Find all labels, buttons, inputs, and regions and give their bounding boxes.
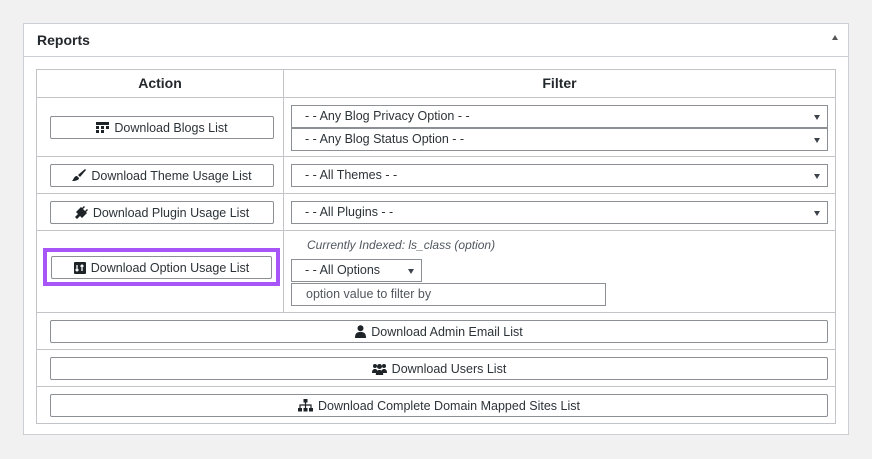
- download-theme-usage-label: Download Theme Usage List: [91, 168, 252, 183]
- download-blogs-button[interactable]: Download Blogs List: [50, 116, 274, 139]
- download-domain-mapped-label: Download Complete Domain Mapped Sites Li…: [318, 398, 580, 413]
- table-grid-icon: [96, 121, 110, 133]
- panel-title: Reports: [37, 32, 90, 48]
- row-divider: [37, 156, 835, 157]
- currently-indexed-note: Currently Indexed: ls_class (option): [307, 238, 496, 252]
- users-group-icon: [371, 363, 387, 375]
- download-blogs-label: Download Blogs List: [114, 120, 228, 135]
- chevron-down-icon: [814, 138, 820, 143]
- blog-privacy-select-value: - - Any Blog Privacy Option - -: [305, 109, 470, 123]
- download-option-usage-label: Download Option Usage List: [90, 260, 250, 275]
- sitemap-icon: [298, 399, 314, 412]
- plugins-select[interactable]: - - All Plugins - -: [291, 201, 828, 224]
- download-users-button[interactable]: Download Users List: [50, 357, 828, 380]
- option-value-placeholder: option value to filter by: [306, 287, 432, 301]
- option-value-filter-input[interactable]: option value to filter by: [291, 283, 606, 306]
- row-divider: [37, 312, 835, 313]
- chevron-down-icon: [814, 115, 820, 120]
- user-icon: [355, 325, 367, 338]
- plug-icon: [74, 206, 88, 219]
- row-divider: [37, 386, 835, 387]
- row-divider: [37, 230, 835, 231]
- chevron-down-icon: [814, 211, 820, 216]
- panel-header: Reports: [24, 24, 848, 57]
- blog-status-select-value: - - Any Blog Status Option - -: [305, 132, 465, 146]
- reports-panel: Reports Action Filter Download Blogs Lis…: [23, 23, 849, 435]
- download-admin-email-label: Download Admin Email List: [371, 324, 523, 339]
- plugins-select-value: - - All Plugins - -: [305, 205, 394, 219]
- blog-status-select[interactable]: - - Any Blog Status Option - -: [291, 128, 828, 151]
- sort-icon: [73, 261, 86, 274]
- row-divider: [37, 97, 835, 98]
- download-plugin-usage-label: Download Plugin Usage List: [92, 205, 250, 220]
- options-select-value: - - All Options: [305, 263, 381, 277]
- column-divider: [283, 70, 284, 312]
- blog-privacy-select[interactable]: - - Any Blog Privacy Option - -: [291, 105, 828, 128]
- row-divider: [37, 193, 835, 194]
- themes-select-value: - - All Themes - -: [305, 168, 398, 182]
- chevron-down-icon: [408, 269, 414, 274]
- download-theme-usage-button[interactable]: Download Theme Usage List: [50, 164, 274, 187]
- download-option-usage-button[interactable]: Download Option Usage List: [51, 256, 272, 279]
- caret-up-icon[interactable]: [832, 35, 838, 40]
- action-header: Action: [138, 75, 182, 91]
- filter-header: Filter: [542, 75, 577, 91]
- options-select[interactable]: - - All Options: [291, 259, 422, 282]
- download-admin-email-button[interactable]: Download Admin Email List: [50, 320, 828, 343]
- themes-select[interactable]: - - All Themes - -: [291, 164, 828, 187]
- download-users-label: Download Users List: [391, 361, 507, 376]
- reports-table: Action Filter Download Blogs List - - An…: [36, 69, 836, 424]
- row-divider: [37, 349, 835, 350]
- download-domain-mapped-button[interactable]: Download Complete Domain Mapped Sites Li…: [50, 394, 828, 417]
- download-plugin-usage-button[interactable]: Download Plugin Usage List: [50, 201, 274, 224]
- paintbrush-icon: [72, 169, 87, 181]
- chevron-down-icon: [814, 174, 820, 179]
